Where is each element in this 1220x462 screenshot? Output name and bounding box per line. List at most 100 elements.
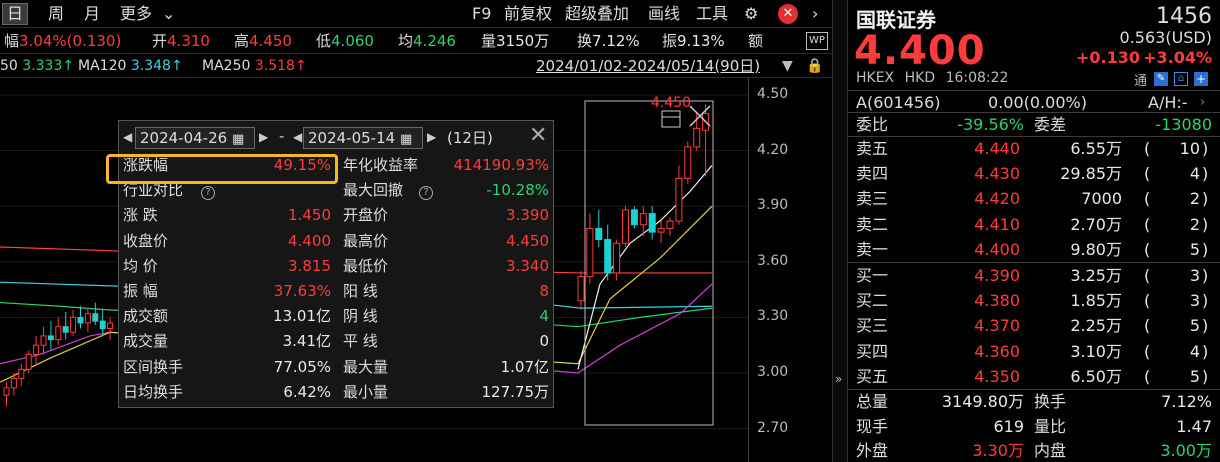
level-price: 4.400 [974, 239, 1020, 259]
pencil-icon[interactable]: ✎ [1154, 72, 1168, 86]
stat-label: 量比 [1034, 416, 1067, 436]
popup-stat-label: 开盘价 [343, 206, 389, 225]
asks-level-row[interactable]: 卖二 4.410 2.70万(2) [848, 212, 1220, 237]
bids-level-row[interactable]: 买一 4.390 3.25万(3) [848, 263, 1220, 288]
level-label: 买三 [856, 316, 889, 336]
quote-value: 7.12% [592, 32, 640, 50]
period-more-menu[interactable]: 更多 [120, 3, 152, 25]
weibi-label: 委比 [856, 115, 889, 134]
asks-level-row[interactable]: 卖四 4.430 29.85万(4) [848, 161, 1220, 186]
candle [70, 309, 77, 336]
end-date-field[interactable]: 2024-05-14 ▦ [303, 127, 423, 149]
forward-adjust-button[interactable]: 前复权 [504, 3, 552, 25]
draw-line-button[interactable]: 画线 [648, 3, 680, 25]
next-date-icon[interactable]: ▶ [427, 130, 436, 144]
bids-level-row[interactable]: 买二 4.380 1.85万(3) [848, 288, 1220, 313]
candle [622, 206, 629, 247]
period-week-tab[interactable]: 周 [48, 3, 64, 25]
level-price: 4.410 [974, 214, 1020, 234]
level-price: 4.380 [974, 291, 1020, 311]
close-icon[interactable]: ✕ [778, 4, 798, 24]
stat-label: 总量 [856, 392, 889, 411]
help-icon[interactable]: ? [201, 186, 215, 201]
start-date-field[interactable]: 2024-04-26 ▦ [135, 127, 255, 149]
ma-arrow: ↑ [62, 58, 75, 74]
popup-stat-label: 成交量 [123, 332, 169, 351]
chevron-right-icon[interactable]: › [812, 3, 818, 25]
triangle-down-icon[interactable]: ▼ [782, 54, 793, 78]
period-month-tab[interactable]: 月 [84, 3, 100, 25]
calendar-icon[interactable]: ▦ [232, 132, 244, 147]
popup-header: ◀ 2024-04-26 ▦ ▶ - ◀ 2024-05-14 ▦ ▶ (12日… [119, 121, 553, 153]
super-overlay-button[interactable]: 超级叠加 [565, 3, 629, 25]
range-marker-icon[interactable] [661, 110, 681, 128]
candle [666, 217, 674, 236]
bids-level-row[interactable]: 买四 4.360 3.10万(4) [848, 339, 1220, 364]
popup-stat-row: 成交量 3.41亿平 线 0 [119, 329, 553, 354]
trade-stat-row: 现手 619 量比 1.47 [848, 414, 1220, 439]
collapse-icon[interactable]: » [835, 372, 842, 386]
date-dash: - [279, 127, 285, 145]
prev-date-icon[interactable]: ◀ [293, 130, 302, 144]
quote-label: 振 [662, 32, 678, 50]
bids-level-row[interactable]: 买五 4.350 6.50万(5) [848, 364, 1220, 389]
f9-button[interactable]: F9 [472, 3, 491, 25]
level-label: 买四 [856, 341, 889, 361]
date-range-selector[interactable]: 2024/01/02-2024/05/14(90日) [536, 54, 760, 78]
tools-button[interactable]: 工具 [696, 3, 728, 25]
stat-label: 现手 [856, 416, 889, 436]
chevron-down-icon[interactable]: ⌄ [162, 3, 175, 25]
usd-price: 0.563(USD) [1119, 28, 1212, 47]
stat-value: 3149.80万 [941, 392, 1024, 411]
asks-level-row[interactable]: 卖三 4.420 7000(2) [848, 186, 1220, 211]
price-tick-label: 3.30 [757, 308, 789, 325]
pane-splitter[interactable]: » [832, 0, 848, 462]
stat-label: 内盘 [1034, 441, 1067, 460]
popup-stat-row: 区间换手 77.05% 最大量 1.07亿 [119, 355, 553, 380]
trade-stat-row: 外盘 3.30万 内盘 3.00万 [848, 438, 1220, 462]
candle [99, 309, 106, 336]
candle [675, 165, 683, 225]
asks-level-row[interactable]: 卖五 4.440 6.55万(10) [848, 136, 1220, 161]
connect-badge: 通 [1134, 74, 1148, 89]
level-volume: 3.10万 [1070, 341, 1122, 361]
close-icon[interactable]: ✕ [529, 123, 547, 148]
level-volume: 3.25万 [1070, 266, 1122, 285]
ma-value: 3.348 [130, 58, 171, 74]
candle [25, 350, 32, 373]
calendar-icon[interactable]: ▦ [400, 132, 412, 147]
level-price: 4.430 [974, 164, 1020, 184]
weicha-value: -13080 [1155, 115, 1212, 134]
add-icon[interactable]: + [1194, 72, 1208, 86]
ma-arrow: ↑ [170, 58, 183, 74]
asks-level-row[interactable]: 卖一 4.400 9.80万(5) [848, 237, 1220, 262]
candle [630, 206, 638, 229]
start-date-text: 2024-04-26 [140, 129, 228, 147]
level-label: 卖一 [856, 239, 889, 259]
candle [577, 271, 585, 310]
popup-stat-label: 成交额 [123, 307, 169, 326]
next-date-icon[interactable]: ▶ [259, 130, 268, 144]
range-days: (12日) [447, 129, 493, 147]
prev-date-icon[interactable]: ◀ [123, 130, 132, 144]
house-icon[interactable]: ⌂ [1174, 72, 1188, 86]
level-count: 10 [1179, 139, 1200, 158]
candle [657, 221, 665, 244]
level-count: 3 [1189, 266, 1200, 285]
stat-value: 3.30万 [972, 441, 1024, 460]
popup-stat-label: 振 幅 [123, 282, 158, 300]
trade-stat-row: 总量 3149.80万 换手 7.12% [848, 389, 1220, 414]
gear-icon[interactable]: ⚙ [744, 3, 758, 25]
level-price: 4.360 [974, 341, 1020, 361]
candle [604, 224, 612, 281]
popup-stat-label: 最低价 [343, 256, 389, 275]
bids-level-row[interactable]: 买三 4.370 2.25万(5) [848, 313, 1220, 338]
quote-label: 低 [316, 32, 332, 50]
wp-badge[interactable]: WP [806, 32, 828, 50]
quote-label: 幅 [4, 32, 20, 50]
candle [702, 104, 710, 177]
period-day-tab[interactable]: 日 [2, 3, 29, 25]
lock-icon[interactable]: 🔒 [806, 54, 823, 78]
popup-stat-row: 涨 跌 1.450 开盘价 3.390 [119, 203, 553, 228]
price-change: +0.130 [1076, 48, 1141, 67]
